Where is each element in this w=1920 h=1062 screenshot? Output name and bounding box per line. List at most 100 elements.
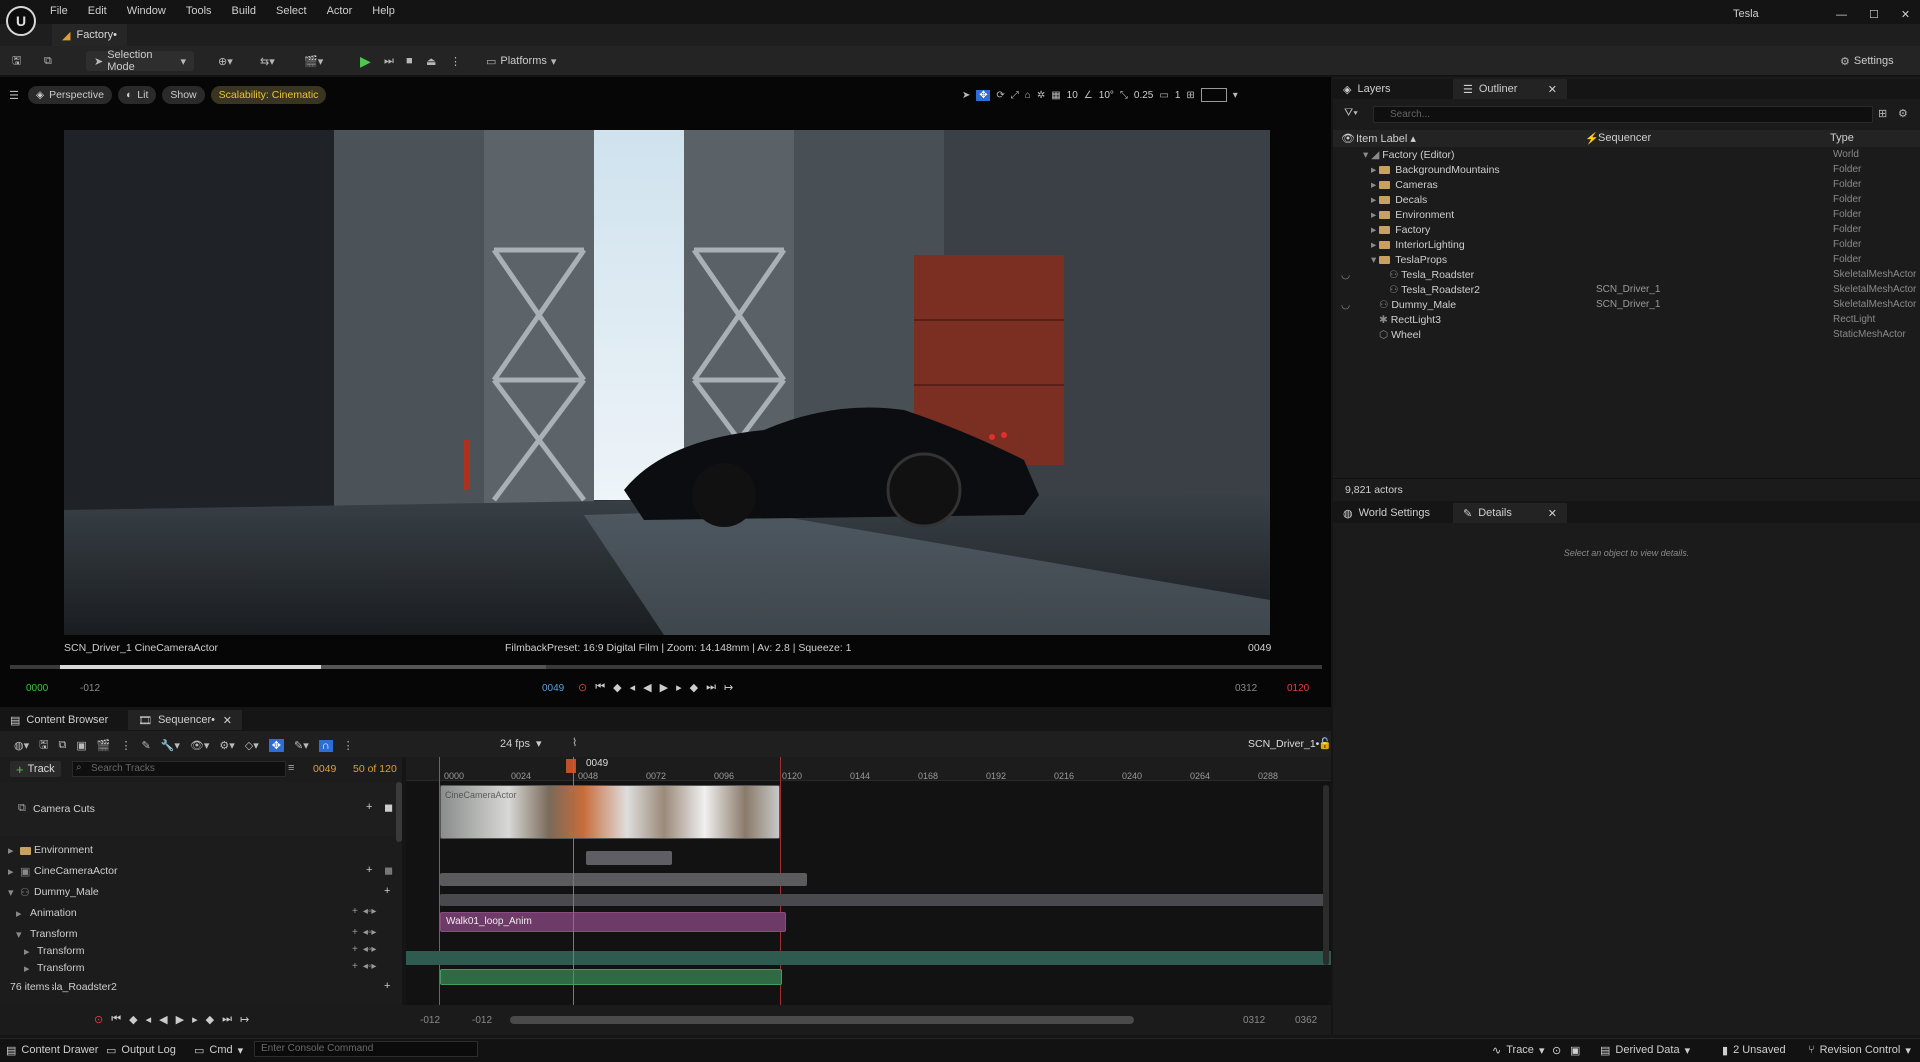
tab-details[interactable]: ✎ Details ✕ [1453,503,1567,523]
browse-icon[interactable]: ⧉ [44,51,52,71]
range-start-in[interactable]: -012 [472,1015,492,1026]
revision-control-dropdown[interactable]: ⑂ Revision Control ▾ [1808,1041,1911,1059]
tab-world-settings[interactable]: ◍ World Settings [1333,503,1453,523]
timeline-scrollbar[interactable] [1323,785,1329,965]
record-icon[interactable]: ⊙ [94,1013,103,1026]
jump-to-end-icon[interactable]: ⏭ [706,681,716,694]
track-list-scrollbar[interactable] [396,782,402,842]
more-options-icon[interactable]: ⋮ [343,739,354,752]
current-frame-field[interactable]: 0049 [542,683,564,694]
autokey-icon[interactable]: ✥ [268,739,284,752]
range-end-out[interactable]: 0362 [1295,1015,1317,1026]
more-options-icon[interactable]: ⋮ [120,739,131,752]
console-command-input[interactable]: Enter Console Command [254,1041,478,1057]
expand-arrow-icon[interactable]: ▾ [8,886,14,899]
track-row[interactable]: ▾ Transform + ◂◦▸ [0,925,398,945]
advance-frame-icon[interactable]: ⏭ [384,51,394,71]
column-sequencer[interactable]: Sequencer [1598,132,1651,144]
key-controls[interactable]: + ◂◦▸ [352,944,376,955]
end-out-frame[interactable]: 0120 [1287,683,1309,694]
view-options-icon[interactable]: 👁▾ [190,739,210,752]
visibility-icon[interactable]: ◡ [1341,299,1350,311]
cmd-dropdown[interactable]: ▭ Cmd ▾ [194,1041,243,1059]
surface-snap-icon[interactable]: ✲ [1037,90,1045,101]
play-icon[interactable]: ▶ [360,51,371,71]
camera-actor-section[interactable] [440,873,807,886]
visibility-icon[interactable]: 👁 [1341,132,1355,145]
close-tab-icon[interactable]: ✕ [1548,507,1557,520]
grid-snap-icon[interactable]: ▦ [1051,90,1060,101]
record-icon[interactable]: ⊙ [578,681,587,694]
blueprint-button[interactable]: ⇆▾ [260,51,275,71]
save-icon[interactable]: 🖫 [12,51,21,71]
scalability-badge[interactable]: Scalability: Cinematic [210,86,327,104]
outliner-row[interactable]: ▸ InteriorLighting Folder [1333,239,1920,254]
outliner-row[interactable]: ◡ ⚇ Dummy_Male SCN_Driver_1 SkeletalMeshAct… [1333,299,1920,314]
tab-sequencer[interactable]: 🎞 Sequencer• ✕ [128,710,242,730]
track-current-frame[interactable]: 0049 [313,763,336,775]
menu-select[interactable]: Select [276,5,307,17]
find-asset-icon[interactable]: ⧉ [59,739,67,752]
jump-to-end-icon[interactable]: ⏭ [222,1013,232,1026]
layout-icon[interactable] [1200,88,1227,102]
loop-icon[interactable]: ↦ [240,1013,249,1026]
key-controls[interactable]: + ◂◦▸ [352,927,376,938]
scale-snap-value[interactable]: 0.25 [1134,90,1153,101]
view-range-scrollbar[interactable] [510,1016,1134,1024]
screenshot-icon[interactable]: ▣ [1570,1041,1580,1059]
outliner-search-input[interactable]: Search... [1373,106,1873,123]
add-actor-button[interactable]: ⊕▾ [218,51,233,71]
outliner-row[interactable]: ▸ Environment Folder [1333,209,1920,224]
track-row[interactable]: ▸ Animation + ◂◦▸ [0,904,398,924]
track-row[interactable]: ▸ Transform + ◂◦▸ [0,960,398,978]
close-window-icon[interactable]: ✕ [1901,8,1910,21]
expand-arrow-icon[interactable]: ▸ [24,945,30,958]
tab-content-browser[interactable]: ▤ Content Browser [0,710,128,730]
menu-edit[interactable]: Edit [88,5,107,17]
settings-button[interactable]: ⚙ Settings [1840,51,1894,71]
step-forward-icon[interactable]: ▸ [192,1013,198,1026]
outliner-row[interactable]: ⚇ Tesla_Roadster2 SCN_Driver_1 SkeletalMes… [1333,284,1920,299]
outliner-row[interactable]: ▾ TeslaProps Folder [1333,254,1920,269]
play-forward-icon[interactable]: ▶ [176,1013,184,1026]
jump-to-start-icon[interactable]: ⏮ [111,1013,121,1026]
environment-section[interactable] [586,851,672,865]
close-tab-icon[interactable]: ✕ [1548,83,1557,96]
step-forward-icon[interactable]: ▸ [676,681,682,694]
expand-arrow-icon[interactable]: ▸ [8,865,14,878]
cinematics-button[interactable]: 🎬▾ [304,51,323,71]
prev-key-icon[interactable]: ◆ [613,681,621,694]
world-icon[interactable]: ◍▾ [14,739,29,752]
track-row[interactable]: ▸ ▣ CineCameraActor + ◼ [0,862,398,882]
maximize-icon[interactable]: ☐ [1869,8,1879,21]
menu-file[interactable]: File [50,5,68,17]
save-sequence-icon[interactable]: 🖫 [39,736,48,755]
snap-icon[interactable]: ∩ [318,739,333,752]
maximize-viewport-icon[interactable]: ⊞ [1186,90,1194,101]
content-drawer-button[interactable]: ▤ Content Drawer [6,1041,98,1059]
camera-icon[interactable]: ◼ [384,801,393,814]
viewport-scene-image[interactable] [64,130,1270,635]
key-controls[interactable]: + ◂◦▸ [352,961,376,972]
playback-options-icon[interactable]: ⚙▾ [219,739,234,752]
edit-mode-icon[interactable]: ✎▾ [294,739,309,752]
expand-arrow-icon[interactable]: ▸ [16,907,22,920]
selection-mode-dropdown[interactable]: ➤ Selection Mode ▾ [86,49,194,73]
chevron-down-icon[interactable]: ▾ [1233,90,1238,101]
add-key-icon[interactable]: + [366,801,372,813]
outliner-row[interactable]: ▸ BackgroundMountains Folder [1333,164,1920,179]
next-key-icon[interactable]: ◆ [690,681,698,694]
scale-tool-icon[interactable]: ⤢ [1011,90,1019,101]
play-reverse-icon[interactable]: ◀ [643,681,651,694]
track-row[interactable]: 76 items Tesla_Roadster2 + [0,979,398,997]
viewport-scrub-progress[interactable] [60,665,321,669]
playhead-handle[interactable] [566,759,576,773]
platforms-button[interactable]: ▭ Platforms ▾ [486,51,556,71]
output-log-button[interactable]: ▭ Output Log [106,1041,176,1059]
minimize-icon[interactable]: — [1836,9,1847,21]
close-tab-icon[interactable]: ✕ [223,714,232,727]
rotation-snap-value[interactable]: 10° [1099,90,1114,101]
rotate-tool-icon[interactable]: ⟳ [996,90,1004,101]
play-reverse-icon[interactable]: ◀ [159,1013,167,1026]
column-item-label[interactable]: Item Label ▴ [1356,132,1416,145]
